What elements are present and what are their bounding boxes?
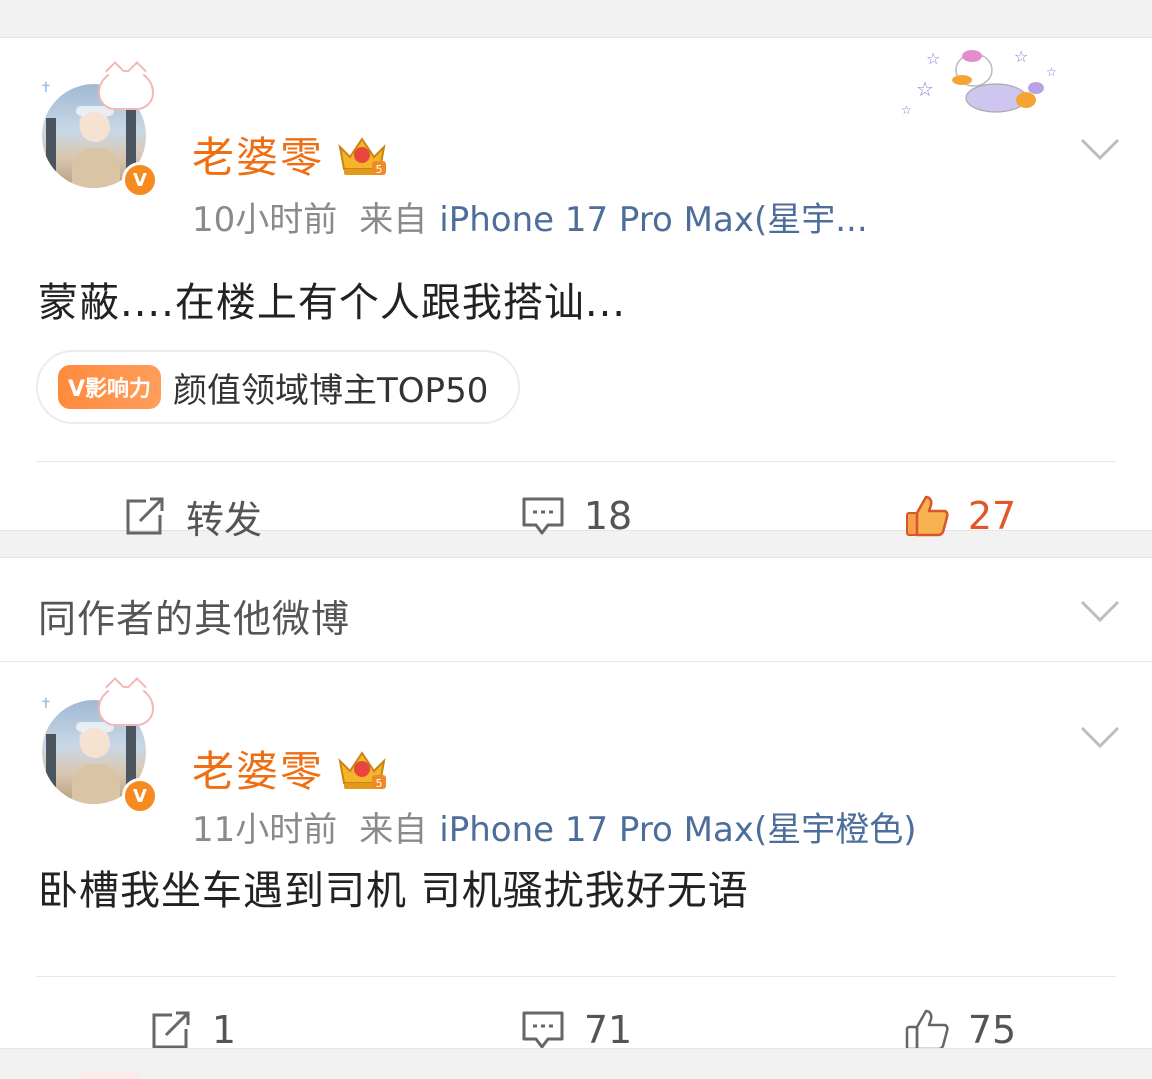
svg-text:5: 5 bbox=[376, 777, 383, 790]
svg-text:5: 5 bbox=[376, 163, 383, 176]
svg-text:☆: ☆ bbox=[1014, 47, 1028, 66]
influence-tag[interactable]: V影响力 颜值领域博主TOP50 bbox=[36, 350, 521, 424]
like-count: 27 bbox=[967, 494, 1017, 538]
avatar[interactable]: ✝ V bbox=[36, 70, 158, 198]
comment-icon bbox=[522, 497, 564, 535]
device-link[interactable]: iPhone 17 Pro Max(星宇... bbox=[439, 200, 867, 240]
action-bar: 转发 18 27 bbox=[0, 478, 1152, 554]
cat-frame-decoration bbox=[98, 70, 154, 110]
comment-button[interactable]: 18 bbox=[384, 478, 768, 554]
repost-label: 转发 bbox=[185, 497, 262, 542]
author-row: 老婆零 5 bbox=[192, 124, 388, 185]
source-label: 来自 bbox=[359, 810, 428, 850]
cat-frame-decoration bbox=[98, 686, 154, 726]
svg-text:☆: ☆ bbox=[901, 103, 912, 117]
weibo-post-card[interactable]: ✝ V 老婆零 5 11小时前 来自 iPhone 17 Pro Max(星宇橙色)… bbox=[0, 662, 1152, 1052]
post-content[interactable]: 卧槽我坐车遇到司机 司机骚扰我好无语 bbox=[38, 858, 749, 916]
device-link[interactable]: iPhone 17 Pro Max(星宇橙色) bbox=[439, 810, 916, 850]
daisy-duck-sticker: ☆ ☆ ☆ ☆ ☆ bbox=[896, 44, 1066, 124]
repost-button[interactable]: 转发 bbox=[0, 478, 384, 554]
like-button[interactable]: 27 bbox=[768, 478, 1152, 554]
post-content[interactable]: 蒙蔽....在楼上有个人跟我搭讪... bbox=[38, 270, 626, 328]
post-meta: 11小时前 来自 iPhone 17 Pro Max(星宇橙色) bbox=[192, 802, 916, 851]
crown-level-icon[interactable]: 5 bbox=[336, 133, 388, 177]
sparkle-icon: ✝ bbox=[40, 696, 52, 712]
weibo-post-card[interactable]: ✝ V 老婆零 5 10小时前 来自 iPhone 17 Pro Max(星宇...… bbox=[0, 38, 1152, 542]
like-count: 75 bbox=[967, 1008, 1017, 1052]
svg-text:☆: ☆ bbox=[1046, 65, 1057, 79]
verified-badge: V bbox=[122, 778, 158, 814]
sparkle-icon: ✝ bbox=[40, 80, 52, 96]
svg-text:☆: ☆ bbox=[916, 77, 934, 101]
repost-icon bbox=[126, 497, 164, 535]
username[interactable]: 老婆零 bbox=[192, 124, 324, 185]
bottom-spacer bbox=[0, 1048, 1152, 1079]
comment-icon bbox=[522, 1011, 564, 1049]
top-spacer bbox=[0, 0, 1152, 38]
post-menu-chevron-icon[interactable] bbox=[1078, 722, 1122, 752]
comment-count: 71 bbox=[583, 1008, 633, 1052]
comment-count: 18 bbox=[583, 494, 633, 538]
section-header[interactable]: 同作者的其他微博 bbox=[0, 558, 1152, 662]
crown-level-icon[interactable]: 5 bbox=[336, 747, 388, 791]
post-menu-chevron-icon[interactable] bbox=[1078, 134, 1122, 164]
avatar[interactable]: ✝ V bbox=[36, 686, 158, 814]
section-title: 同作者的其他微博 bbox=[38, 597, 351, 641]
svg-text:☆: ☆ bbox=[926, 49, 940, 68]
author-row: 老婆零 5 bbox=[192, 738, 388, 799]
username[interactable]: 老婆零 bbox=[192, 738, 324, 799]
repost-icon bbox=[152, 1011, 190, 1049]
divider bbox=[36, 976, 1116, 977]
thumbs-up-icon bbox=[905, 1009, 949, 1051]
thumbs-up-filled-icon bbox=[905, 495, 949, 537]
next-post-peek bbox=[80, 1071, 140, 1079]
post-time: 11小时前 bbox=[192, 810, 338, 850]
influence-text: 颜值领域博主TOP50 bbox=[173, 370, 489, 411]
verified-badge: V bbox=[122, 162, 158, 198]
post-meta: 10小时前 来自 iPhone 17 Pro Max(星宇... bbox=[192, 192, 868, 241]
post-time: 10小时前 bbox=[192, 200, 338, 240]
repost-count: 1 bbox=[211, 1008, 237, 1052]
source-label: 来自 bbox=[359, 200, 428, 240]
section-expand-chevron-icon[interactable] bbox=[1078, 596, 1122, 626]
divider bbox=[36, 461, 1116, 462]
influence-badge: V影响力 bbox=[58, 365, 162, 409]
